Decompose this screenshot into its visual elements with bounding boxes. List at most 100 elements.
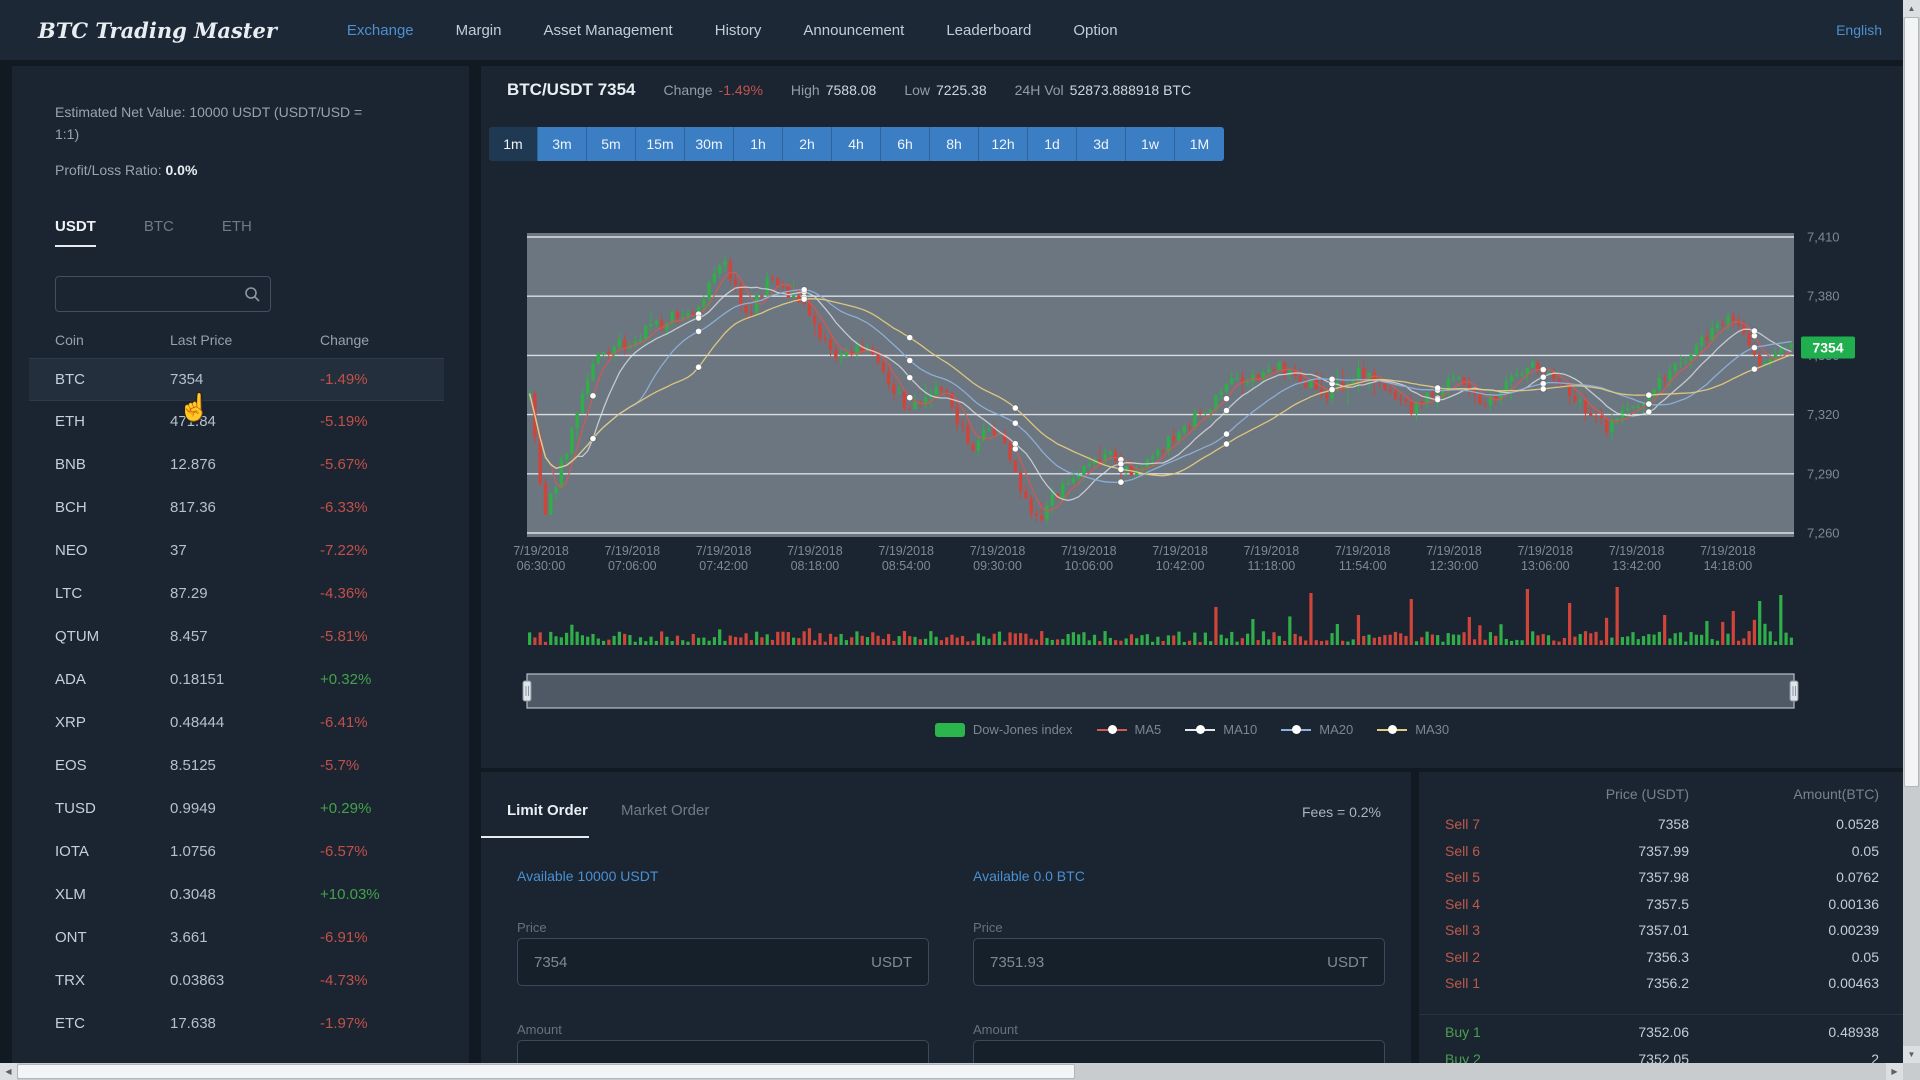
scroll-left-arrow[interactable]: ◀	[0, 1063, 17, 1080]
coin-row-bch[interactable]: BCH817.36-6.33%	[29, 487, 444, 530]
coin-row-etc[interactable]: ETC17.638-1.97%	[29, 1003, 444, 1046]
coin-search	[55, 276, 271, 312]
coin-row-eos[interactable]: EOS8.5125-5.7%	[29, 745, 444, 788]
coin-row-iota[interactable]: IOTA1.0756-6.57%	[29, 831, 444, 874]
x-axis-label: 09:30:00	[973, 559, 1022, 573]
orderbook-row-sell-4[interactable]: Sell 47357.50.00136	[1419, 896, 1903, 922]
orderbook-row-sell-5[interactable]: Sell 57357.980.0762	[1419, 869, 1903, 895]
coin-row-bnb[interactable]: BNB12.876-5.67%	[29, 444, 444, 487]
x-axis-label: 12:30:00	[1430, 559, 1479, 573]
coin-symbol: TUSD	[55, 800, 96, 817]
tab-eth[interactable]: ETH	[222, 218, 252, 247]
tab-btc[interactable]: BTC	[144, 218, 174, 247]
ob-price: 7358	[1658, 816, 1689, 832]
coin-last-price: 7354	[170, 371, 203, 388]
search-icon	[244, 286, 261, 303]
coin-row-neo[interactable]: NEO37-7.22%	[29, 530, 444, 573]
language-link[interactable]: English	[1836, 0, 1882, 60]
search-input[interactable]	[56, 277, 236, 311]
coin-row-ont[interactable]: ONT3.661-6.91%	[29, 917, 444, 960]
legend-ma30[interactable]: MA30	[1377, 722, 1449, 737]
x-axis-label: 7/19/2018	[787, 544, 843, 558]
current-price-value: 7354	[1812, 340, 1843, 356]
buy-price-input[interactable]	[518, 939, 848, 985]
ob-amount: 0.05	[1852, 949, 1879, 965]
nav-item-option[interactable]: Option	[1073, 22, 1117, 39]
coin-symbol: TRX	[55, 972, 85, 989]
scroll-up-arrow[interactable]: ▲	[1903, 0, 1920, 17]
tab-market-order[interactable]: Market Order	[621, 802, 709, 819]
col-last-price: Last Price	[170, 332, 232, 348]
coin-table: BTC7354-1.49%ETH471.84-5.19% BNB 12.876 -5.…	[29, 358, 444, 1046]
horizontal-scroll-thumb[interactable]	[17, 1064, 1075, 1079]
legend-dot	[1388, 725, 1397, 734]
legend-ma5[interactable]: MA5	[1097, 722, 1162, 737]
sell-price-input[interactable]	[974, 939, 1304, 985]
coin-row-qtum[interactable]: QTUM8.457-5.81%	[29, 616, 444, 659]
buy-amount-input[interactable]	[518, 1041, 848, 1063]
orderbook-row-buy-2[interactable]: Buy 27352.052	[1419, 1051, 1903, 1064]
ob-amount-header: Amount(BTC)	[1793, 786, 1879, 802]
col-change: Change	[320, 332, 369, 348]
scroll-down-arrow[interactable]: ▼	[1903, 1046, 1920, 1063]
coin-symbol: ADA	[55, 671, 86, 688]
coin-row-ltc[interactable]: LTC87.29-4.36%	[29, 573, 444, 616]
orderbook-row-sell-6[interactable]: Sell 67357.990.05	[1419, 843, 1903, 869]
nav-item-announcement[interactable]: Announcement	[803, 22, 904, 39]
coin-change: -6.33%	[320, 499, 368, 516]
x-axis-label: 08:18:00	[791, 559, 840, 573]
order-form-panel: Limit Order Market Order Fees = 0.2% Ava…	[481, 772, 1411, 1063]
legend-ma20[interactable]: MA20	[1281, 722, 1353, 737]
sell-amount-input[interactable]	[974, 1041, 1304, 1063]
orderbook-row-sell-1[interactable]: Sell 17356.20.00463	[1419, 975, 1903, 1001]
orderbook-row-sell-2[interactable]: Sell 27356.30.05	[1419, 949, 1903, 975]
vertical-scrollbar[interactable]: ▲ ▼	[1903, 0, 1920, 1063]
coin-last-price: 0.9949	[170, 800, 216, 817]
ob-side-label: Buy 1	[1445, 1024, 1481, 1040]
x-axis-label: 07:42:00	[699, 559, 748, 573]
orderbook-row-sell-7[interactable]: Sell 773580.0528	[1419, 816, 1903, 842]
buy-price-unit: USDT	[871, 954, 912, 971]
coin-row-ada[interactable]: ADA0.18151+0.32%	[29, 659, 444, 702]
legend-ma10[interactable]: MA10	[1185, 722, 1257, 737]
ob-amount: 0.00239	[1828, 922, 1879, 938]
y-axis-label: 7,320	[1807, 407, 1840, 422]
coin-row-btc[interactable]: BTC7354-1.49%	[29, 358, 444, 401]
orderbook-row-sell-3[interactable]: Sell 37357.010.00239	[1419, 922, 1903, 948]
coin-symbol: ETC	[55, 1015, 85, 1032]
nav-item-exchange[interactable]: Exchange	[347, 22, 414, 39]
tab-usdt[interactable]: USDT	[55, 218, 96, 247]
coin-symbol: BCH	[55, 499, 87, 516]
coin-row-xrp[interactable]: XRP0.48444-6.41%	[29, 702, 444, 745]
nav-item-leaderboard[interactable]: Leaderboard	[946, 22, 1031, 39]
nav-item-margin[interactable]: Margin	[456, 22, 502, 39]
coin-last-price: 12.876	[170, 456, 216, 473]
x-axis-label: 10:42:00	[1156, 559, 1205, 573]
coin-symbol: BNB	[55, 456, 86, 473]
tab-limit-order[interactable]: Limit Order	[507, 802, 588, 819]
slider-handle-left[interactable]	[523, 681, 531, 701]
nav-item-history[interactable]: History	[715, 22, 762, 39]
slider-handle-right[interactable]	[1790, 681, 1798, 701]
coin-change: -7.22%	[320, 542, 368, 559]
coin-row-tusd[interactable]: TUSD0.9949+0.29%	[29, 788, 444, 831]
main-nav: Exchange Margin Asset Management History Ann…	[347, 22, 1118, 39]
nav-item-asset-management[interactable]: Asset Management	[543, 22, 672, 39]
ob-side-label: Sell 4	[1445, 896, 1480, 912]
chart-range-slider[interactable]	[527, 674, 1794, 708]
legend-dow-jones-index[interactable]: Dow-Jones index	[935, 722, 1073, 737]
coin-change: -5.7%	[320, 757, 359, 774]
coin-row-xlm[interactable]: XLM0.3048+10.03%	[29, 874, 444, 917]
horizontal-scrollbar[interactable]: ◀ ▶	[0, 1063, 1903, 1080]
scroll-right-arrow[interactable]: ▶	[1886, 1063, 1903, 1080]
legend-line-marker	[1377, 729, 1407, 731]
legend-label: MA30	[1415, 722, 1449, 737]
vertical-scroll-thumb[interactable]	[1904, 17, 1919, 787]
legend-line-marker	[1185, 729, 1215, 731]
coin-row-trx[interactable]: TRX0.03863-4.73%	[29, 960, 444, 1003]
coin-row-eth[interactable]: ETH471.84-5.19%	[29, 401, 444, 444]
coin-symbol: IOTA	[55, 843, 89, 860]
orderbook-row-buy-1[interactable]: Buy 17352.060.48938	[1419, 1024, 1903, 1050]
x-axis-label: 07:06:00	[608, 559, 657, 573]
sell-price-field: USDT	[973, 938, 1385, 986]
